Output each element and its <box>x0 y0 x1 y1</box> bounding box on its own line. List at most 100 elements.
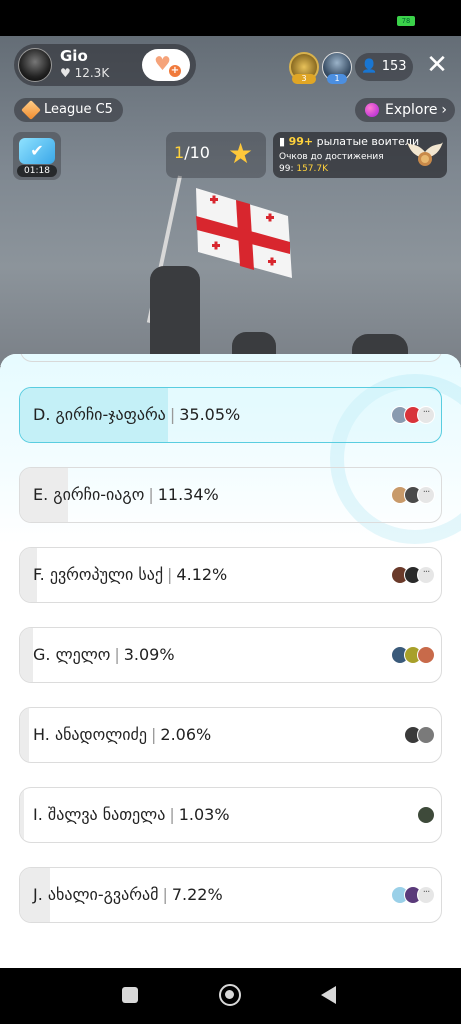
poll-option[interactable]: E. გირჩი-იაგო | 11.34% ··· <box>19 467 442 523</box>
viewer-count-button[interactable]: 👤 153 <box>355 53 413 81</box>
option-name: გირჩი-იაგო <box>53 485 145 504</box>
recents-icon[interactable] <box>122 987 138 1003</box>
poll-sheet: D. გირჩი-ჯაფარა | 35.05% ··· E. გირჩი-იაგო | 1… <box>0 354 461 968</box>
achievement-progress-prefix: 99: <box>279 164 294 174</box>
voter-avatars[interactable]: ··· <box>391 486 435 504</box>
option-letter: D. <box>33 405 51 424</box>
voter-avatars[interactable]: ··· <box>391 886 435 904</box>
poll-option[interactable]: G. ლელო | 3.09% <box>19 627 442 683</box>
option-letter: E. <box>33 485 49 504</box>
voter-avatar <box>417 806 435 824</box>
goal-progress: 1/10 <box>174 143 210 162</box>
option-percent: 11.34% <box>157 485 219 504</box>
host-name: Gio <box>60 47 88 65</box>
poll-option[interactable]: D. გირჩი-ჯაფარა | 35.05% ··· <box>19 387 442 443</box>
voter-avatars[interactable]: ··· <box>391 406 435 424</box>
poll-option-label: G. ლელო | 3.09% <box>33 628 175 682</box>
option-separator: | <box>162 885 168 904</box>
goal-progress-widget[interactable]: 1/10 ★ <box>166 132 266 178</box>
option-name: გირჩი-ჯაფარა <box>55 405 166 424</box>
option-percent: 2.06% <box>160 725 212 744</box>
host-likes: ♥ 12.3K <box>60 66 109 80</box>
back-icon[interactable] <box>321 986 336 1004</box>
league-badge[interactable]: League C5 <box>14 98 123 122</box>
follow-button[interactable]: ♥ + <box>142 49 190 81</box>
battery-icon: 78 <box>397 16 415 26</box>
goal-total: /10 <box>184 143 210 162</box>
option-letter: I. <box>33 805 43 824</box>
achievement-subtitle: Очков до достижения <box>279 152 384 162</box>
option-name: ახალი-გვარამ <box>47 885 159 904</box>
poll-option-label: H. ანადოლიძე | 2.06% <box>33 708 211 762</box>
star-icon: ★ <box>228 137 254 170</box>
top-gifter-badge: 3 <box>292 74 316 84</box>
voter-avatar <box>417 646 435 664</box>
host-avatar[interactable] <box>18 48 52 82</box>
live-stream-view[interactable]: Gio ♥ 12.3K ♥ + 3 1 👤 153 ✕ League C5 Ex… <box>0 36 461 366</box>
option-letter: H. <box>33 725 50 744</box>
option-name: ანადოლიძე <box>54 725 148 744</box>
achievement-progress: 99: 157.7K <box>279 164 328 174</box>
host-info[interactable]: Gio ♥ 12.3K ♥ + <box>14 44 196 86</box>
home-icon[interactable] <box>219 984 241 1006</box>
georgian-flag-image <box>196 188 292 278</box>
previous-option-edge <box>20 354 442 362</box>
vote-share-bar <box>20 628 33 682</box>
poll-option[interactable]: F. ევროპული საქ | 4.12% ··· <box>19 547 442 603</box>
voter-avatars[interactable]: ··· <box>391 566 435 584</box>
option-separator: | <box>169 805 175 824</box>
timer-widget[interactable]: ✔ 01:18 <box>13 132 61 180</box>
option-separator: | <box>114 645 120 664</box>
winged-emblem-icon <box>407 142 443 166</box>
vote-share-bar <box>20 788 25 842</box>
poll-option[interactable]: J. ახალი-გვარამ | 7.22% ··· <box>19 867 442 923</box>
voter-avatars[interactable] <box>417 806 435 824</box>
navigation-bar <box>0 968 461 1024</box>
poll-option[interactable]: I. შალვა ნათელა | 1.03% <box>19 787 442 843</box>
achievement-widget[interactable]: ▮ 99+ рылатые воители Очков до достижени… <box>273 132 447 178</box>
option-separator: | <box>167 565 173 584</box>
poll-option-label: J. ახალი-გვარამ | 7.22% <box>33 868 223 922</box>
timer-text: 01:18 <box>17 165 57 177</box>
explore-label: Explore <box>385 102 438 118</box>
poll-option-label: E. გირჩი-იაგო | 11.34% <box>33 468 219 522</box>
option-percent: 3.09% <box>123 645 175 664</box>
voter-avatars[interactable] <box>391 646 435 664</box>
planet-icon <box>365 103 379 117</box>
achievement-title: рылатые воители <box>316 135 420 148</box>
option-name: შალვა ნათელა <box>47 805 166 824</box>
voter-avatar <box>417 726 435 744</box>
vote-share-bar <box>20 708 29 762</box>
more-icon: ··· <box>417 566 435 584</box>
heart-icon: ♥ <box>60 66 71 80</box>
option-percent: 4.12% <box>176 565 228 584</box>
option-percent: 35.05% <box>179 405 241 424</box>
chevron-right-icon: › <box>441 102 447 118</box>
explore-button[interactable]: Explore › <box>355 98 455 122</box>
diamond-icon <box>21 100 41 120</box>
option-name: ლელო <box>55 645 111 664</box>
host-likes-count: 12.3K <box>74 66 110 80</box>
option-separator: | <box>151 725 157 744</box>
poll-option-label: F. ევროპული საქ | 4.12% <box>33 548 227 602</box>
close-icon[interactable]: ✕ <box>423 50 451 80</box>
goal-current: 1 <box>174 143 185 162</box>
achievement-title-row: ▮ 99+ рылатые воители <box>279 135 419 148</box>
option-letter: G. <box>33 645 51 664</box>
poll-option-label: I. შალვა ნათელა | 1.03% <box>33 788 230 842</box>
more-icon: ··· <box>417 486 435 504</box>
more-icon: ··· <box>417 406 435 424</box>
person-icon: 👤 <box>361 59 378 74</box>
viewer-count: 153 <box>381 59 407 74</box>
voter-avatars[interactable] <box>404 726 435 744</box>
top-viewer-badge: 1 <box>327 74 347 84</box>
option-letter: J. <box>33 885 43 904</box>
poll-option-label: D. გირჩი-ჯაფარა | 35.05% <box>33 388 240 442</box>
league-label: League C5 <box>44 102 113 117</box>
achievement-level: 99+ <box>288 135 314 148</box>
status-bar: 78 <box>0 0 461 36</box>
bar-chart-icon: ▮ <box>279 135 286 148</box>
option-percent: 1.03% <box>178 805 230 824</box>
poll-option[interactable]: H. ანადოლიძე | 2.06% <box>19 707 442 763</box>
option-percent: 7.22% <box>171 885 223 904</box>
